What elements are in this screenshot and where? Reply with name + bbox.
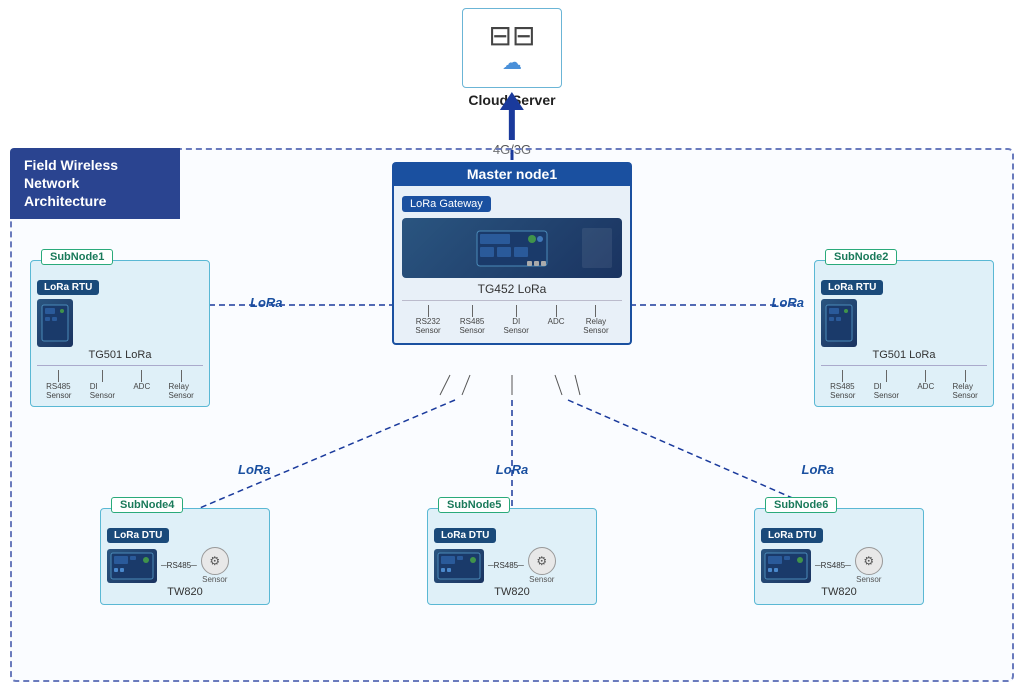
cloud-icon: ☁ — [502, 50, 522, 75]
subnode6: SubNode6 LoRa DTU ─RS485─ ⚙ — [754, 508, 924, 605]
subnode1-device-row — [37, 299, 203, 347]
lora-label-bottom-right: LoRa — [802, 462, 835, 477]
subnode4-device-image — [107, 549, 157, 583]
subnode5-dtu-badge: LoRa DTU — [434, 528, 496, 543]
subnode1-connectors: RS485Sensor DISensor ADC RelaySensor — [37, 365, 203, 400]
subnode2-header: SubNode2 — [825, 249, 897, 265]
subnode2-device-label: TG501 LoRa — [821, 349, 987, 361]
subnode4-device-label: TW820 — [107, 586, 263, 598]
subnode2-rtu-badge: LoRa RTU — [821, 280, 883, 295]
lora-label-left: LoRa — [250, 295, 283, 310]
lora-gateway-badge: LoRa Gateway — [402, 196, 491, 212]
arrow-up-icon — [500, 92, 524, 110]
subnode6-device-row: ─RS485─ ⚙ Sensor — [761, 547, 917, 584]
master-connectors: RS232Sensor RS485Sensor DISensor ADC Rel… — [402, 300, 622, 335]
lora-label-bottom-center: LoRa — [496, 462, 529, 477]
subnode5-rs485: ─RS485─ — [488, 561, 524, 570]
subnode1: SubNode1 LoRa RTU TG501 LoRa — [30, 260, 210, 407]
subnode2: SubNode2 LoRa RTU TG501 LoRa — [814, 260, 994, 407]
connector-rs485: RS485Sensor — [459, 305, 484, 335]
connector-adc: ADC — [548, 305, 565, 335]
master-node: Master node1 LoRa Gateway TG452 LoRa — [392, 162, 632, 345]
subnode6-header: SubNode6 — [765, 497, 837, 513]
subnode2-device-image — [821, 299, 857, 347]
server-icon: ⊟⊟ — [489, 22, 536, 50]
subnode4-header: SubNode4 — [111, 497, 183, 513]
subnode5-device-image — [434, 549, 484, 583]
subnode6-dtu-badge: LoRa DTU — [761, 528, 823, 543]
field-title: Field Wireless Network Architecture — [10, 148, 180, 219]
main-container: ⊟⊟ ☁ Cloud Server 4G/3G Field Wireless N… — [0, 0, 1024, 692]
subnode4-dtu-badge: LoRa DTU — [107, 528, 169, 543]
subnode5-header: SubNode5 — [438, 497, 510, 513]
connector-rs232: RS232Sensor — [415, 305, 440, 335]
subnode2-device-row — [821, 299, 987, 347]
subnode5-content: LoRa DTU ─RS485─ ⚙ Sensor — [434, 525, 590, 598]
subnode1-device-image — [37, 299, 73, 347]
subnode5-device-row: ─RS485─ ⚙ Sensor — [434, 547, 590, 584]
subnode1-content: LoRa RTU TG501 LoRa RS485Sensor — [37, 277, 203, 400]
subnode5-device-label: TW820 — [434, 586, 590, 598]
master-node-body: LoRa Gateway TG452 LoRa — [392, 186, 632, 345]
master-node-header: Master node1 — [392, 162, 632, 186]
subnode6-rs485: ─RS485─ — [815, 561, 851, 570]
master-device-label: TG452 LoRa — [402, 282, 622, 296]
subnode1-device-label: TG501 LoRa — [37, 349, 203, 361]
subnode2-content: LoRa RTU TG501 LoRa RS485Sensor — [821, 277, 987, 400]
master-device-image — [402, 218, 622, 278]
subnode6-device-image — [761, 549, 811, 583]
subnode4-sensor: ⚙ Sensor — [201, 547, 229, 584]
subnode5-sensor: ⚙ Sensor — [528, 547, 556, 584]
subnode1-rtu-badge: LoRa RTU — [37, 280, 99, 295]
subnode1-header: SubNode1 — [41, 249, 113, 265]
subnode6-content: LoRa DTU ─RS485─ ⚙ Sensor — [761, 525, 917, 598]
connector-relay: RelaySensor — [583, 305, 608, 335]
subnode5: SubNode5 LoRa DTU ─RS485─ ⚙ — [427, 508, 597, 605]
lora-label-bottom-left: LoRa — [238, 462, 271, 477]
subnode6-device-label: TW820 — [761, 586, 917, 598]
subnode6-sensor: ⚙ Sensor — [855, 547, 883, 584]
arrow-line — [509, 110, 515, 140]
subnode4-content: LoRa DTU ─RS485─ ⚙ Sensor — [107, 525, 263, 598]
subnode2-connectors: RS485Sensor DISensor ADC RelaySensor — [821, 365, 987, 400]
subnode4-device-row: ─RS485─ ⚙ Sensor — [107, 547, 263, 584]
cloud-server-box: ⊟⊟ ☁ — [462, 8, 562, 88]
subnode4: SubNode4 LoRa DTU ─RS485─ ⚙ — [100, 508, 270, 605]
subnode4-rs485: ─RS485─ — [161, 561, 197, 570]
lora-label-right: LoRa — [772, 295, 805, 310]
connector-di: DISensor — [504, 305, 529, 335]
